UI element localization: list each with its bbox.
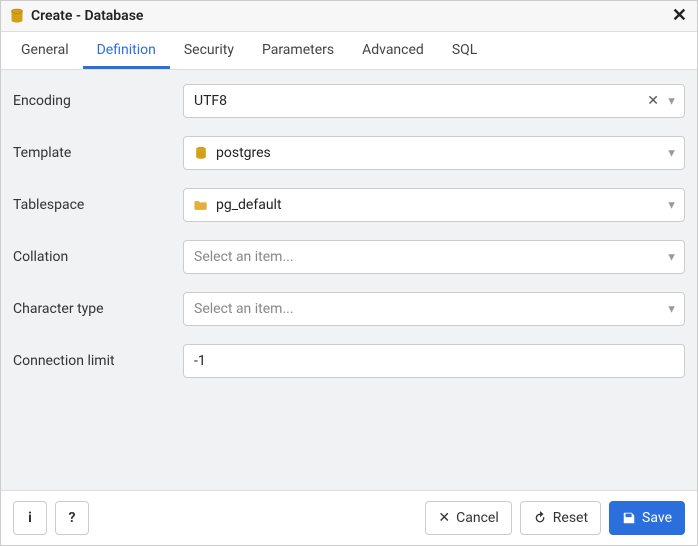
- template-select[interactable]: postgres: [183, 136, 685, 170]
- close-button[interactable]: ✕: [672, 7, 687, 25]
- save-button[interactable]: Save: [609, 501, 685, 535]
- row-connection-limit: Connection limit: [13, 344, 685, 378]
- tablespace-value: pg_default: [216, 197, 282, 213]
- encoding-value: UTF8: [194, 93, 227, 109]
- close-icon: ✕: [438, 510, 450, 526]
- tab-sql[interactable]: SQL: [438, 32, 491, 69]
- info-icon: i: [28, 510, 32, 526]
- help-button[interactable]: ?: [55, 501, 89, 535]
- label-connection-limit: Connection limit: [13, 353, 183, 369]
- info-button[interactable]: i: [13, 501, 47, 535]
- encoding-select[interactable]: UTF8: [183, 84, 685, 118]
- tab-parameters[interactable]: Parameters: [248, 32, 348, 69]
- folder-icon: [194, 198, 208, 212]
- connection-limit-input[interactable]: [183, 344, 685, 378]
- database-icon: [9, 8, 25, 24]
- label-collation: Collation: [13, 249, 183, 265]
- character-type-select[interactable]: Select an item...: [183, 292, 685, 326]
- collation-select[interactable]: Select an item...: [183, 240, 685, 274]
- dialog-title: Create - Database: [31, 8, 672, 24]
- encoding-clear-button[interactable]: ✕: [647, 94, 659, 108]
- row-collation: Collation Select an item... ▼: [13, 240, 685, 274]
- collation-placeholder: Select an item...: [194, 249, 294, 265]
- save-label: Save: [642, 510, 672, 526]
- close-icon: ✕: [672, 5, 687, 26]
- reset-label: Reset: [553, 510, 588, 526]
- tab-advanced[interactable]: Advanced: [348, 32, 438, 69]
- character-type-placeholder: Select an item...: [194, 301, 294, 317]
- tab-general[interactable]: General: [7, 32, 83, 69]
- template-value: postgres: [216, 145, 271, 161]
- database-icon: [194, 146, 208, 160]
- row-tablespace: Tablespace pg_default ▼: [13, 188, 685, 222]
- tabs: General Definition Security Parameters A…: [1, 32, 697, 70]
- close-icon: ✕: [647, 93, 659, 109]
- save-icon: [622, 511, 636, 525]
- label-tablespace: Tablespace: [13, 197, 183, 213]
- reset-button[interactable]: Reset: [520, 501, 601, 535]
- footer: i ? ✕ Cancel Reset Save: [1, 490, 697, 545]
- titlebar: Create - Database ✕: [1, 1, 697, 32]
- label-template: Template: [13, 145, 183, 161]
- row-template: Template postgres ▼: [13, 136, 685, 170]
- tablespace-select[interactable]: pg_default: [183, 188, 685, 222]
- row-encoding: Encoding UTF8 ✕ ▼: [13, 84, 685, 118]
- cancel-button[interactable]: ✕ Cancel: [425, 501, 511, 535]
- reset-icon: [533, 511, 547, 525]
- label-character-type: Character type: [13, 301, 183, 317]
- row-character-type: Character type Select an item... ▼: [13, 292, 685, 326]
- create-database-dialog: Create - Database ✕ General Definition S…: [0, 0, 698, 546]
- tab-security[interactable]: Security: [170, 32, 248, 69]
- label-encoding: Encoding: [13, 93, 183, 109]
- form-body: Encoding UTF8 ✕ ▼ Template: [1, 70, 697, 490]
- help-icon: ?: [69, 510, 76, 526]
- cancel-label: Cancel: [456, 510, 499, 526]
- tab-definition[interactable]: Definition: [83, 32, 170, 69]
